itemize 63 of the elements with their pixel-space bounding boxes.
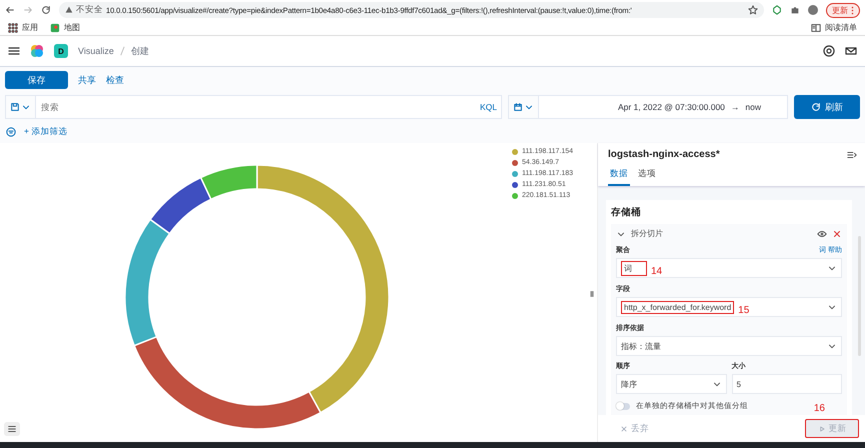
- calendar-icon: [513, 102, 524, 112]
- donut-slice[interactable]: [134, 336, 322, 430]
- bucket-title[interactable]: 拆分切片: [631, 228, 663, 239]
- query-language-button[interactable]: KQL: [476, 95, 502, 119]
- logo-icon[interactable]: [30, 44, 44, 58]
- aggregation-select[interactable]: 词: [621, 260, 647, 276]
- update-browser-button[interactable]: 更新: [826, 2, 860, 18]
- refresh-icon: [811, 102, 821, 112]
- collapse-icon[interactable]: [847, 150, 857, 160]
- panel-tab[interactable]: 选项: [636, 166, 658, 186]
- reading-list-link[interactable]: 阅读清单: [825, 22, 857, 33]
- saved-query-button[interactable]: [5, 95, 36, 119]
- eye-icon[interactable]: [817, 228, 827, 238]
- date-quick-menu-button[interactable]: [508, 95, 540, 119]
- mail-icon[interactable]: [845, 45, 857, 57]
- puzzle-icon[interactable]: [790, 5, 800, 15]
- annotation-number: 15: [738, 304, 750, 316]
- bookmark[interactable]: 地图: [64, 22, 80, 33]
- index-pattern-title: logstash-nginx-access*: [608, 149, 720, 160]
- back-icon[interactable]: [5, 5, 15, 15]
- apps-grid-icon[interactable]: [8, 22, 18, 32]
- donut-slice[interactable]: [200, 164, 258, 200]
- order-select[interactable]: 降序: [621, 378, 637, 390]
- bookmark[interactable]: 应用: [22, 22, 38, 33]
- order-by-select[interactable]: 指标：流量: [621, 340, 661, 352]
- refresh-button[interactable]: 刷新: [794, 95, 860, 119]
- add-filter-link[interactable]: + 添加筛选: [24, 126, 68, 138]
- panel-tab[interactable]: 数据: [608, 166, 630, 186]
- toolbar-link[interactable]: 检查: [106, 74, 124, 86]
- annotation-number: 14: [651, 266, 662, 276]
- donut-slice[interactable]: [149, 176, 212, 234]
- breadcrumb[interactable]: Visualize: [78, 46, 114, 56]
- play-icon: [818, 424, 826, 434]
- breadcrumb: 创建: [130, 44, 149, 58]
- reading-list-icon[interactable]: [811, 22, 821, 32]
- remove-icon[interactable]: [832, 228, 842, 238]
- breadcrumb-separator-icon: [120, 46, 125, 56]
- more-icon[interactable]: [851, 6, 854, 14]
- filter-icon[interactable]: [6, 127, 16, 137]
- search-field[interactable]: 搜索: [36, 95, 476, 119]
- section-title: 存储桶: [611, 206, 642, 219]
- legend-toggle-button[interactable]: [4, 422, 20, 436]
- size-field[interactable]: 5: [736, 380, 741, 388]
- date-range-field[interactable]: Apr 1, 2022 @ 07:30:00.000 → now: [539, 95, 788, 119]
- space-badge[interactable]: D: [54, 44, 68, 58]
- warning-icon: [65, 6, 73, 14]
- list-icon: [7, 424, 17, 434]
- extension-icon[interactable]: [772, 5, 782, 15]
- security-label[interactable]: 不安全: [76, 4, 103, 16]
- menu-icon[interactable]: [8, 45, 20, 57]
- save-button[interactable]: 保存: [5, 71, 68, 89]
- donut-slice[interactable]: [256, 164, 390, 414]
- toggle-switch[interactable]: [616, 402, 630, 410]
- help-icon[interactable]: [823, 45, 835, 57]
- annotation-number: 16: [814, 403, 825, 414]
- map-icon[interactable]: [50, 22, 60, 32]
- toolbar-link[interactable]: 共享: [78, 74, 96, 86]
- donut-slice[interactable]: [124, 218, 170, 346]
- field-select[interactable]: http_x_forwarded_for.keyword: [621, 300, 734, 314]
- avatar-icon[interactable]: [808, 5, 818, 15]
- star-icon[interactable]: [748, 5, 758, 15]
- reload-icon[interactable]: [41, 5, 51, 15]
- close-icon: [620, 424, 628, 434]
